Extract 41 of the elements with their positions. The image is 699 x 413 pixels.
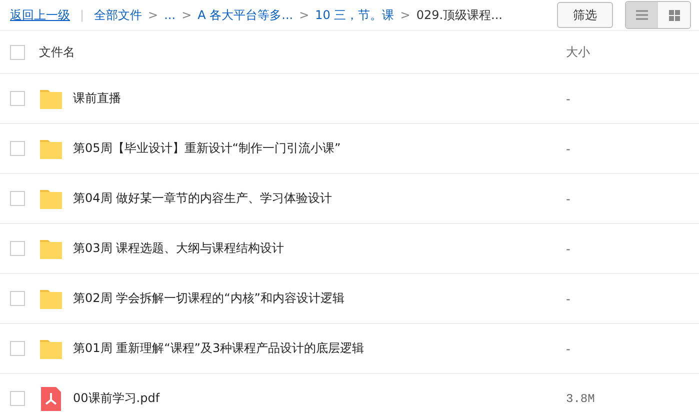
row-checkbox[interactable]	[10, 391, 25, 406]
column-header: 大小	[566, 44, 591, 60]
file-size: -	[566, 192, 572, 206]
filter-button[interactable]: 筛选	[557, 2, 613, 28]
row-checkbox[interactable]	[10, 91, 25, 106]
grid-view-button[interactable]	[658, 2, 690, 28]
list-icon	[636, 10, 648, 20]
row-checkbox[interactable]	[10, 341, 25, 356]
file-name[interactable]: 第04周 做好某一章节的内容生产、学习体验设计	[73, 190, 566, 207]
list-view-button[interactable]	[626, 2, 658, 28]
breadcrumb-link[interactable]: 10 三，节。课	[315, 6, 394, 24]
file-size: -	[566, 342, 572, 356]
select-all-checkbox[interactable]	[10, 44, 25, 60]
row-checkbox[interactable]	[10, 191, 25, 206]
separator: |	[80, 8, 84, 22]
file-name[interactable]: 第03周 课程选题、大纲与课程结构设计	[73, 240, 566, 257]
file-name[interactable]: 第02周 学会拆解一切课程的“内核”和内容设计逻辑	[73, 290, 566, 307]
breadcrumb-arrow: >	[148, 8, 158, 22]
breadcrumb-link[interactable]: 全部文件	[94, 6, 142, 24]
file-name[interactable]: 00课前学习.pdf	[73, 390, 566, 407]
row-checkbox[interactable]	[10, 291, 25, 306]
breadcrumb-arrow: >	[182, 8, 192, 22]
row-checkbox[interactable]	[10, 141, 25, 156]
file-size: -	[566, 92, 572, 106]
breadcrumb-arrow: >	[299, 8, 310, 22]
file-name[interactable]: 课前直播	[73, 90, 566, 107]
file-size: 3.8M	[566, 392, 596, 406]
breadcrumb-arrow: >	[400, 8, 410, 22]
row-checkbox[interactable]	[10, 241, 25, 256]
column-header: 文件名	[39, 44, 76, 60]
file-size: -	[566, 242, 572, 256]
breadcrumb-current[interactable]: 029.顶级课程...	[416, 6, 502, 24]
file-name[interactable]: 第01周 重新理解“课程”及3种课程产品设计的底层逻辑	[73, 340, 566, 357]
file-size: -	[566, 292, 572, 306]
grid-icon	[668, 10, 680, 20]
file-name[interactable]: 第05周【毕业设计】重新设计“制作一门引流小课”	[73, 140, 566, 157]
pdf-icon	[39, 386, 63, 410]
breadcrumb-link[interactable]: ...	[164, 8, 176, 22]
file-size: -	[566, 142, 572, 156]
breadcrumb-link[interactable]: A 各大平台等多...	[198, 6, 294, 24]
back-link[interactable]: 返回上一级	[10, 6, 70, 24]
